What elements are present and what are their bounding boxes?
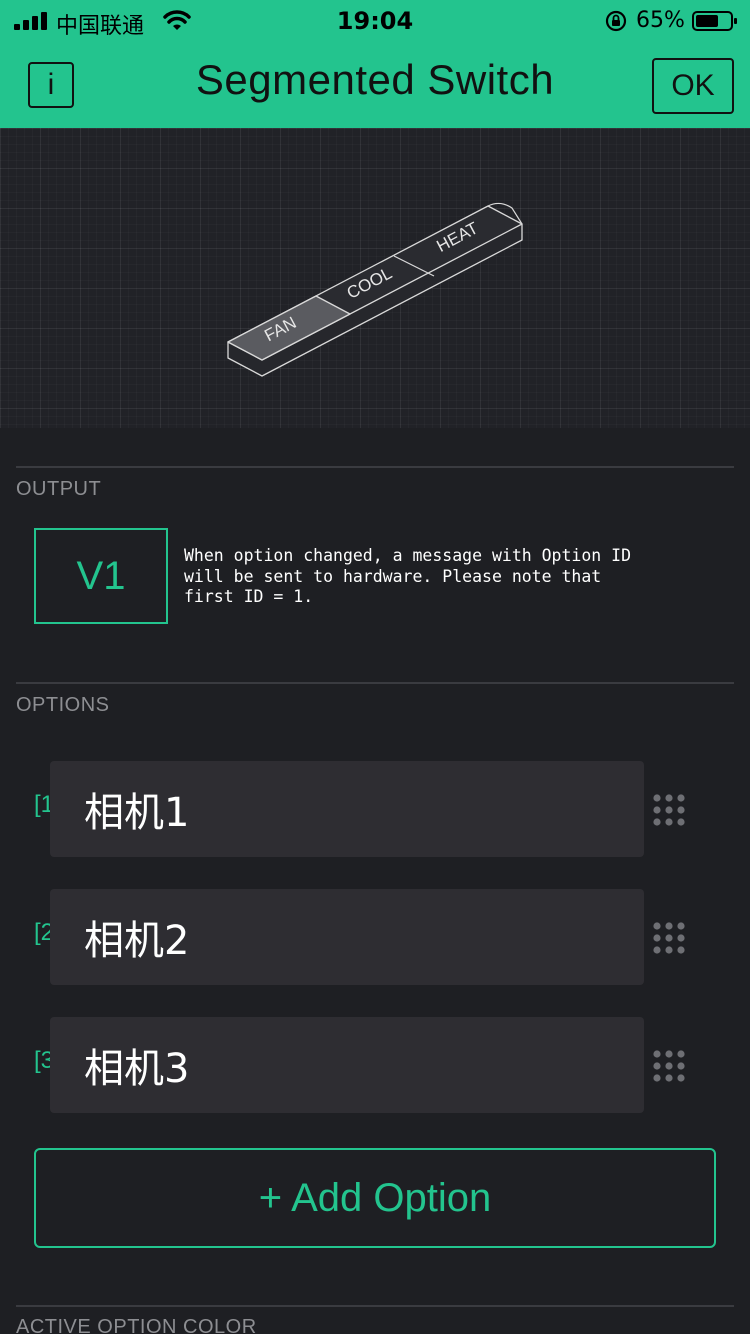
- segmented-switch-illustration: FAN COOL HEAT: [227, 202, 523, 377]
- orientation-lock-icon: [605, 10, 627, 32]
- option-name-input[interactable]: 相机3: [50, 1017, 644, 1113]
- option-row: [2] 相机2: [0, 889, 750, 985]
- add-option-button[interactable]: + Add Option: [34, 1148, 716, 1248]
- option-row: [1] 相机1: [0, 761, 750, 857]
- output-pin-selector[interactable]: V1: [34, 528, 168, 624]
- page-title: Segmented Switch: [195, 56, 555, 103]
- ok-button[interactable]: OK: [652, 58, 734, 114]
- options-section-label: OPTIONS: [16, 694, 110, 716]
- output-section-label: OUTPUT: [16, 478, 102, 500]
- output-hint-text: When option changed, a message with Opti…: [184, 546, 632, 606]
- status-bar: 中国联通 19:04 65%: [0, 0, 750, 42]
- drag-handle-icon[interactable]: [652, 793, 686, 827]
- drag-handle-icon[interactable]: [652, 1049, 686, 1083]
- option-name-input[interactable]: 相机2: [50, 889, 644, 985]
- battery-percentage: 65%: [636, 8, 685, 33]
- drag-handle-icon[interactable]: [652, 921, 686, 955]
- widget-preview: FAN COOL HEAT: [0, 128, 750, 428]
- header-bar: i Segmented Switch OK: [0, 42, 750, 128]
- segmented-switch-settings-screen: 中国联通 19:04 65% i Segmented Switch OK FAN…: [0, 0, 750, 1334]
- info-button[interactable]: i: [28, 62, 74, 108]
- active-option-color-section-label: ACTIVE OPTION COLOR: [16, 1316, 257, 1334]
- option-row: [3] 相机3: [0, 1017, 750, 1113]
- section-divider: [16, 466, 734, 468]
- section-divider: [16, 682, 734, 684]
- section-divider: [16, 1305, 734, 1307]
- battery-icon: [692, 11, 737, 31]
- option-name-input[interactable]: 相机1: [50, 761, 644, 857]
